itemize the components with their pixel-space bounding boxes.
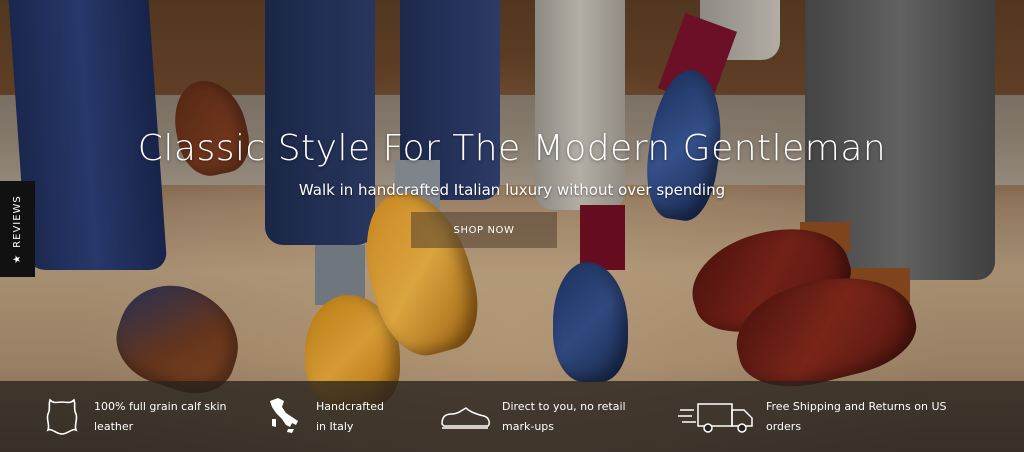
feature-shipping: Free Shipping and Returns on US orders bbox=[678, 381, 946, 452]
star-icon: ★ bbox=[12, 253, 23, 264]
feature-handcrafted-line2: in Italy bbox=[316, 419, 354, 433]
delivery-truck-icon bbox=[678, 395, 756, 439]
feature-direct-line2: mark-ups bbox=[502, 419, 555, 433]
feature-shipping-line2: orders bbox=[766, 419, 802, 433]
hero-banner: Classic Style For The Modern Gentleman W… bbox=[0, 0, 1024, 452]
hero-headline: Classic Style For The Modern Gentleman bbox=[137, 128, 887, 169]
feature-leather-line2: leather bbox=[94, 419, 134, 433]
feature-direct: Direct to you, no retail mark-ups bbox=[440, 381, 626, 452]
feature-leather: 100% full grain calf skin leather bbox=[40, 381, 227, 452]
italy-map-icon bbox=[262, 395, 306, 439]
reviews-tab[interactable]: ★ REVIEWS bbox=[0, 181, 35, 277]
hero-subheadline: Walk in handcrafted Italian luxury witho… bbox=[298, 181, 726, 199]
feature-leather-line1: 100% full grain calf skin bbox=[94, 399, 227, 413]
leather-hide-icon bbox=[40, 395, 84, 439]
shoe-icon bbox=[440, 395, 492, 439]
feature-handcrafted-line1: Handcrafted bbox=[316, 399, 385, 413]
feature-direct-line1: Direct to you, no retail bbox=[502, 399, 626, 413]
reviews-tab-label: REVIEWS bbox=[12, 194, 23, 248]
features-bar: 100% full grain calf skin leather Handcr… bbox=[0, 381, 1024, 452]
shop-now-button[interactable]: SHOP NOW bbox=[411, 212, 557, 248]
feature-shipping-line1: Free Shipping and Returns on US bbox=[766, 399, 947, 413]
feature-handcrafted: Handcrafted in Italy bbox=[262, 381, 384, 452]
